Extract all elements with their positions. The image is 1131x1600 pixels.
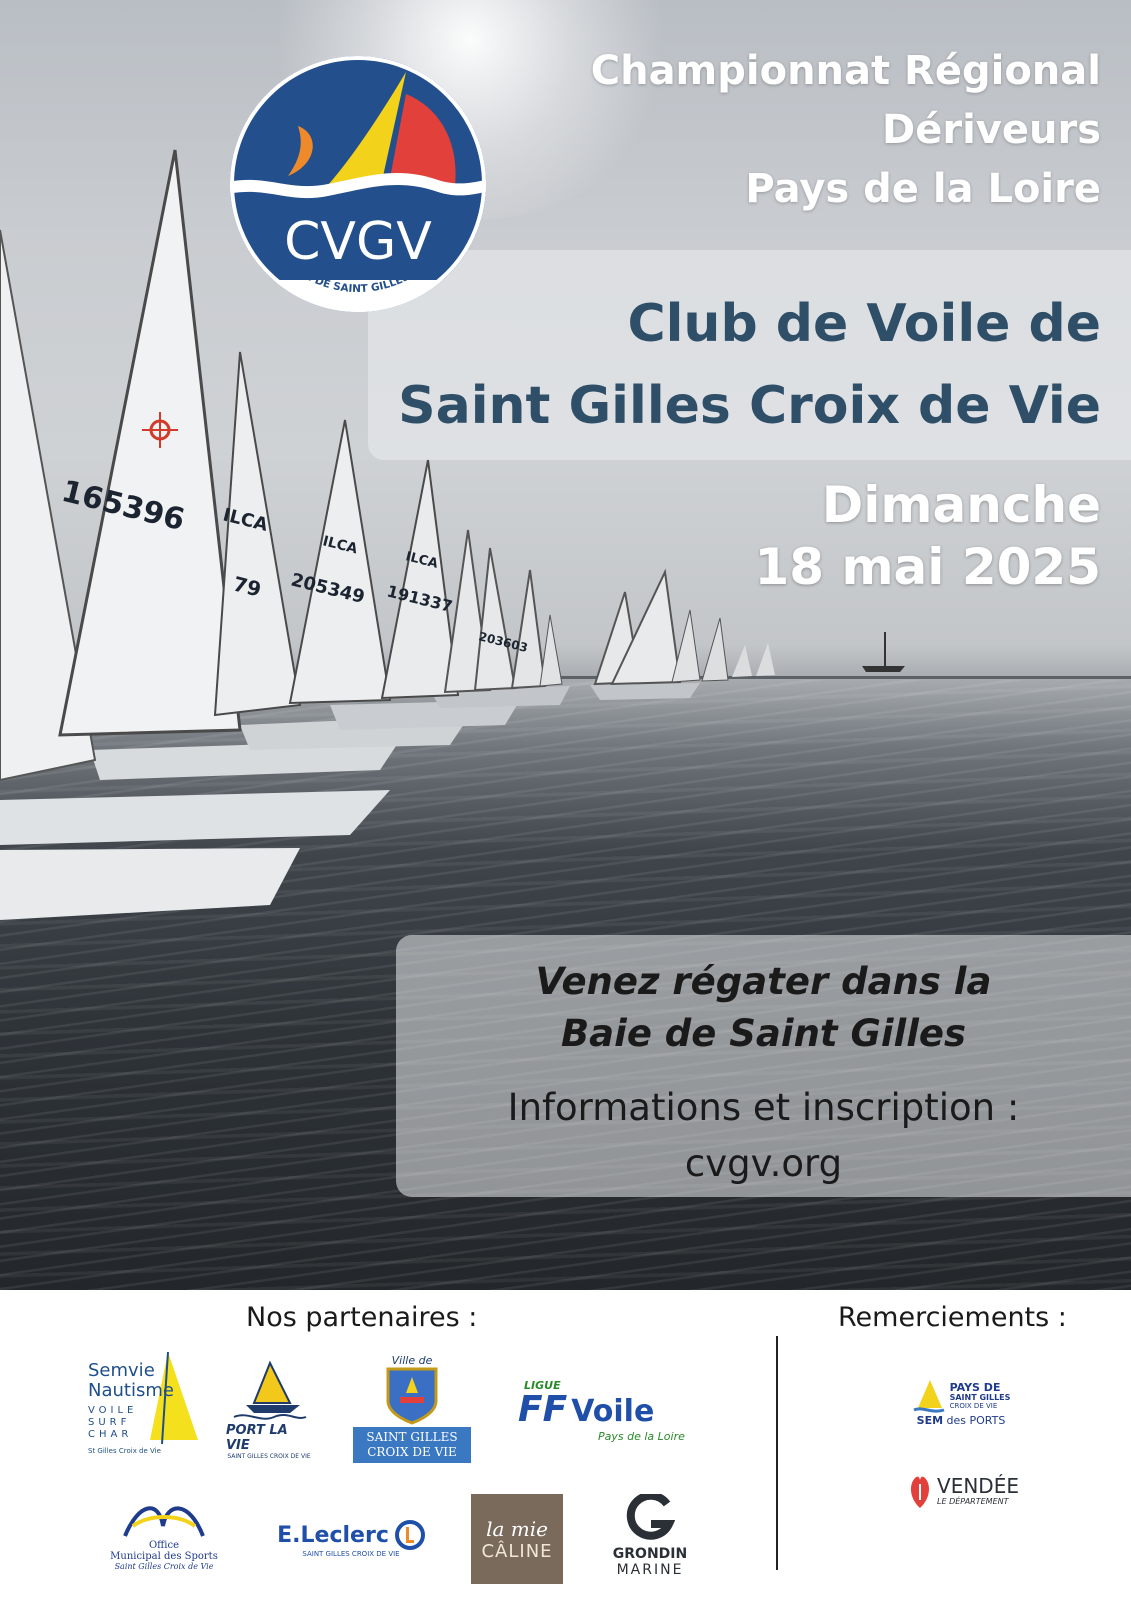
sail-8 xyxy=(510,569,547,690)
office-municipal-des-sports-logo: Office Municipal des Sports Saint Gilles… xyxy=(108,1490,220,1578)
semvie-nautisme-logo: Semvie Nautisme VOILE SURF CHAR St Gille… xyxy=(88,1352,208,1464)
hull-7 xyxy=(590,683,700,700)
sail-2 xyxy=(58,149,242,737)
event-date: Dimanche 18 mai 2025 xyxy=(754,476,1101,596)
sail-14 xyxy=(732,645,752,677)
sail-4 xyxy=(288,419,392,705)
invitation-text: Venez régater dans la Baie de Saint Gill… xyxy=(535,960,992,1055)
club-name: Club de Voile de Saint Gilles Croix de V… xyxy=(398,294,1101,436)
registration-info: Informations et inscription : cvgv.org xyxy=(396,1080,1131,1192)
sail-mark-icon xyxy=(912,1379,945,1413)
thanks-title: Remerciements : xyxy=(838,1302,1067,1333)
sail-12 xyxy=(671,609,701,683)
footer-divider xyxy=(776,1336,778,1570)
la-mie-caline-logo: la mie CÂLINE xyxy=(471,1494,563,1584)
pays-de-saint-gilles-logo: PAYS DE SAINT GILLES CROIX DE VIE SEM de… xyxy=(906,1374,1016,1430)
sail-9 xyxy=(539,614,563,687)
sailboat-icon xyxy=(233,1360,307,1420)
ffvoile-logo: LIGUE FF Voile Pays de la Loire xyxy=(518,1379,685,1443)
saint-gilles-croix-de-vie-logo: Ville de SAINT GILLES CROIX DE VIE xyxy=(350,1345,474,1471)
leclerc-logo: E.Leclerc SAINT GILLES CROIX DE VIE xyxy=(266,1514,436,1564)
partners-title: Nos partenaires : xyxy=(246,1302,478,1333)
vendee-heart-icon xyxy=(911,1476,930,1508)
grondin-marine-logo: GRONDIN MARINE xyxy=(604,1488,696,1584)
vendee-departement-logo: VENDÉE LE DÉPARTEMENT xyxy=(904,1466,1022,1514)
hull-2 xyxy=(0,790,390,845)
cvgv-club-logo: CVGV CLUB DE VOILE DE SAINT GILLES CROIX… xyxy=(230,56,486,312)
sail-13 xyxy=(701,617,729,682)
grondin-g-icon xyxy=(626,1494,675,1540)
oms-swoosh-icon xyxy=(123,1506,205,1537)
logo-initials: CVGV xyxy=(284,212,432,272)
coat-of-arms-icon xyxy=(386,1367,438,1425)
championship-title: Championnat Régional Dériveurs Pays de l… xyxy=(590,48,1101,212)
distant-boat xyxy=(862,666,905,672)
sail-15 xyxy=(756,643,775,676)
port-la-vie-logo: PORT LA VIE SAINT GILLES CROIX DE VIE xyxy=(226,1354,312,1464)
sail-5 xyxy=(380,459,460,700)
website-link[interactable]: cvgv.org xyxy=(396,1136,1131,1192)
leclerc-emblem-icon xyxy=(394,1520,425,1550)
hull-1 xyxy=(0,848,300,920)
